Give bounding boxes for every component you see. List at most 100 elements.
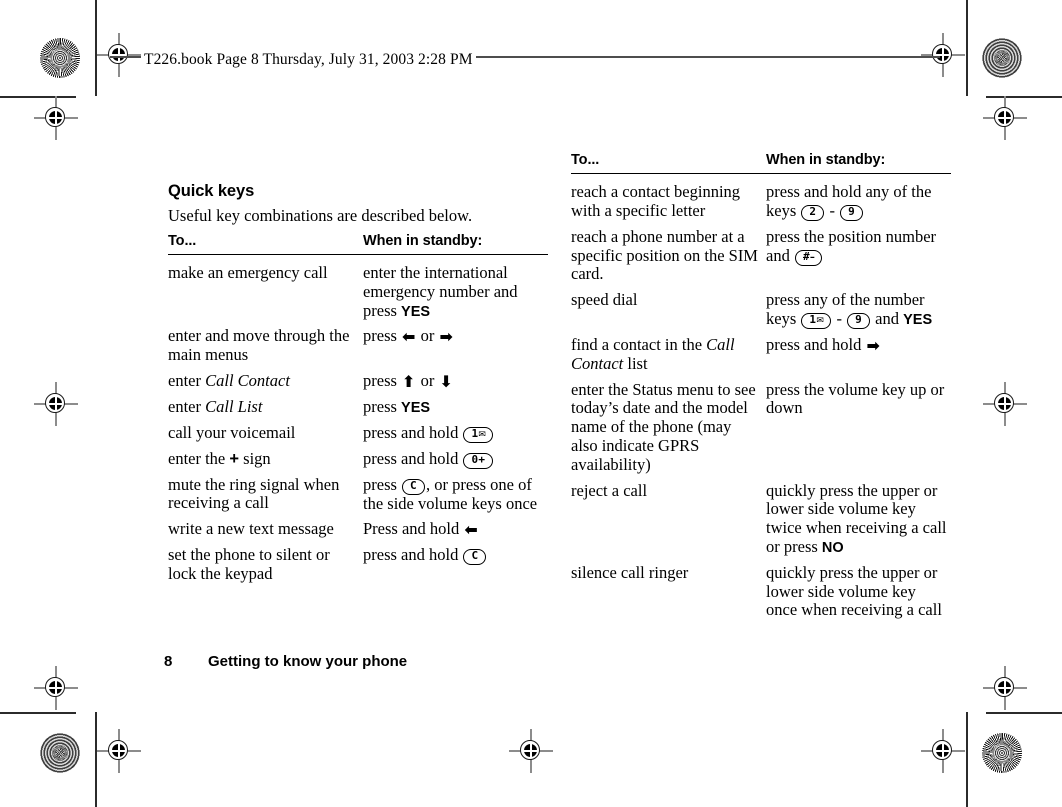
row-action: mute the ring signal when receiving a ca… bbox=[168, 474, 340, 513]
result-text: press and hold bbox=[766, 334, 866, 354]
row-result: Press and hold ⬅ bbox=[363, 513, 548, 539]
column-header-action: To... bbox=[571, 152, 766, 174]
section-intro: Useful key combinations are described be… bbox=[168, 206, 473, 225]
action-text-end: sign bbox=[239, 448, 271, 468]
two-key-icon: 2 bbox=[801, 204, 825, 221]
action-text-end: list bbox=[623, 353, 648, 373]
quick-keys-table-right: To... When in standby: reach a contact b… bbox=[571, 152, 951, 620]
row-action: enter Call List bbox=[168, 391, 363, 417]
result-text: enter the international emergency number… bbox=[363, 262, 518, 320]
table-row: mute the ring signal when receiving a ca… bbox=[168, 469, 548, 514]
page-title: Quick keys bbox=[168, 182, 255, 200]
table-row: call your voicemail press and hold 1✉ bbox=[168, 417, 548, 443]
row-result: press YES bbox=[363, 391, 548, 417]
page-footer: 8 Getting to know your phone bbox=[164, 653, 407, 670]
result-conjunction: or bbox=[416, 370, 439, 390]
arrow-up-icon: ⬆ bbox=[402, 371, 416, 391]
row-action: enter the Status menu to see today’s dat… bbox=[571, 379, 756, 474]
action-text: find a contact in the bbox=[571, 334, 707, 354]
nine-key-icon: 9 bbox=[847, 312, 871, 329]
row-result: press any of the number keys 1✉ - 9 and … bbox=[766, 284, 951, 329]
row-action: write a new text message bbox=[168, 519, 334, 539]
voicemail-key-icon: 1✉ bbox=[463, 426, 494, 443]
result-text: Press and hold bbox=[363, 519, 464, 539]
row-result: press and hold any of the keys 2 - 9 bbox=[766, 174, 951, 221]
action-text: enter bbox=[168, 396, 206, 416]
clear-key-icon: C bbox=[463, 549, 487, 566]
arrow-left-icon: ⬅ bbox=[464, 520, 478, 540]
row-result: press and hold 0+ bbox=[363, 443, 548, 469]
table-row: enter Call List press YES bbox=[168, 391, 548, 417]
row-result: enter the international emergency number… bbox=[363, 254, 548, 320]
row-action: enter and move through the main menus bbox=[168, 326, 350, 365]
table-row: enter and move through the main menus pr… bbox=[168, 320, 548, 365]
row-result: press the volume key up or down bbox=[766, 379, 945, 418]
result-text: press bbox=[363, 474, 402, 494]
table-row: reach a contact beginning with a specifi… bbox=[571, 174, 951, 221]
key-range-separator: - bbox=[825, 200, 840, 220]
table-row: speed dial press any of the number keys … bbox=[571, 284, 951, 329]
left-column: Quick keys Useful key combinations are d… bbox=[168, 182, 548, 584]
column-header-standby: When in standby: bbox=[766, 152, 951, 174]
result-text: press bbox=[363, 326, 402, 346]
result-conjunction: or bbox=[416, 326, 439, 346]
row-action: set the phone to silent or lock the keyp… bbox=[168, 545, 330, 583]
clear-key-icon: C bbox=[402, 478, 425, 495]
row-action: speed dial bbox=[571, 290, 638, 310]
column-header-standby: When in standby: bbox=[363, 232, 548, 255]
page-number: 8 bbox=[164, 653, 173, 670]
column-header-action: To... bbox=[168, 232, 363, 255]
result-text: quickly press the upper or lower side vo… bbox=[766, 480, 947, 556]
row-result: press and hold 1✉ bbox=[363, 417, 548, 443]
row-action: enter the + sign bbox=[168, 443, 363, 469]
row-result: press ⬆ or ⬇ bbox=[363, 365, 548, 391]
table-row: find a contact in the Call Contact list … bbox=[571, 329, 951, 374]
table-row: set the phone to silent or lock the keyp… bbox=[168, 539, 548, 584]
table-row: write a new text message Press and hold … bbox=[168, 513, 548, 539]
zero-plus-key-icon: 0+ bbox=[463, 452, 494, 469]
row-result: press the position number and #– bbox=[766, 221, 951, 284]
arrow-down-icon: ⬇ bbox=[439, 371, 453, 391]
plus-sign: + bbox=[229, 449, 240, 468]
action-text: enter the bbox=[168, 448, 230, 468]
row-action: find a contact in the Call Contact list bbox=[571, 329, 766, 374]
yes-key-label: YES bbox=[401, 303, 431, 320]
result-text: press and hold bbox=[363, 422, 463, 442]
row-result: quickly press the upper or lower side vo… bbox=[766, 562, 942, 620]
result-text: press and hold bbox=[363, 545, 463, 565]
table-row: enter Call Contact press ⬆ or ⬇ bbox=[168, 365, 548, 391]
table-row: make an emergency call enter the interna… bbox=[168, 254, 548, 320]
row-action: silence call ringer bbox=[571, 562, 689, 582]
row-result: press and hold ➡ bbox=[766, 329, 951, 374]
manual-page: Quick keys Useful key combinations are d… bbox=[0, 0, 1062, 807]
table-row: reach a phone number at a specific posit… bbox=[571, 221, 951, 284]
result-text: press bbox=[363, 396, 402, 416]
table-row: enter the Status menu to see today’s dat… bbox=[571, 374, 951, 475]
row-result: press ⬅ or ➡ bbox=[363, 320, 548, 365]
arrow-right-icon: ➡ bbox=[439, 327, 453, 347]
result-text: press and hold bbox=[363, 448, 463, 468]
result-conjunction: and bbox=[871, 308, 904, 328]
arrow-right-icon: ➡ bbox=[866, 335, 880, 355]
right-column: To... When in standby: reach a contact b… bbox=[571, 152, 951, 620]
table-row: enter the + sign press and hold 0+ bbox=[168, 443, 548, 469]
arrow-left-icon: ⬅ bbox=[402, 327, 416, 347]
nine-key-icon: 9 bbox=[840, 204, 863, 221]
row-result: quickly press the upper or lower side vo… bbox=[766, 475, 951, 557]
row-action: reject a call bbox=[571, 480, 648, 500]
result-text: press the position number and bbox=[766, 226, 937, 265]
action-menu-name: Call Contact bbox=[205, 370, 290, 390]
row-action: call your voicemail bbox=[168, 422, 296, 442]
key-range-separator: - bbox=[832, 308, 847, 328]
table-row: silence call ringer quickly press the up… bbox=[571, 557, 951, 620]
row-result: press and hold C bbox=[363, 539, 548, 584]
row-action: enter Call Contact bbox=[168, 365, 363, 391]
result-text: press bbox=[363, 370, 402, 390]
action-text: enter bbox=[168, 370, 206, 390]
row-result: press C, or press one of the side volume… bbox=[363, 469, 548, 514]
table-row: reject a call quickly press the upper or… bbox=[571, 475, 951, 557]
row-action: reach a phone number at a specific posit… bbox=[571, 226, 758, 284]
chapter-title: Getting to know your phone bbox=[208, 653, 408, 670]
quick-keys-table-left: To... When in standby: make an emergency… bbox=[168, 232, 548, 584]
table-header-row: To... When in standby: bbox=[571, 152, 951, 174]
